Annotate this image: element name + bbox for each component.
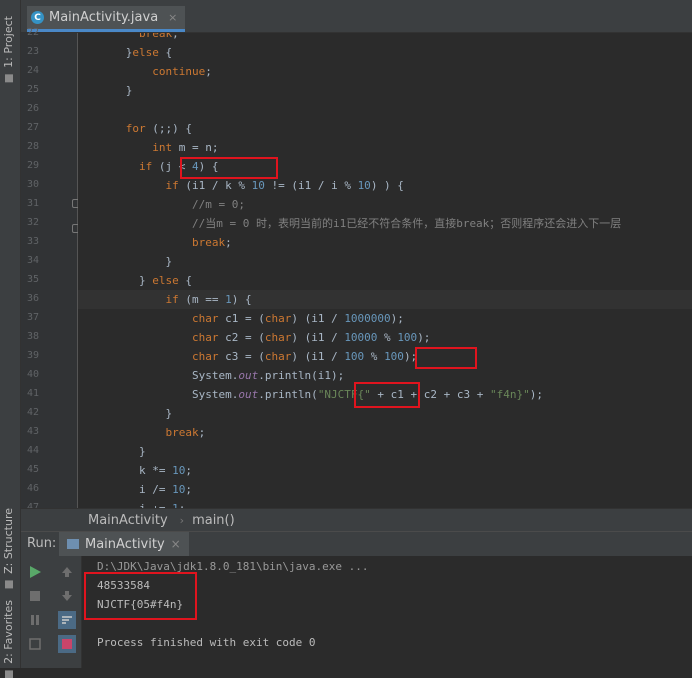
line-number: 35	[26, 274, 39, 285]
line-number: 24	[26, 65, 39, 76]
highlight-box-if-j	[180, 157, 278, 179]
line-number: 31	[26, 198, 39, 209]
line-number: 36	[26, 293, 39, 304]
structure-tab-label: Z: Structure	[2, 508, 15, 574]
line-number: 23	[26, 46, 39, 57]
breadcrumb-method[interactable]: main()	[192, 513, 235, 528]
project-tab-label: 1: Project	[2, 16, 15, 68]
line-number-gutter: 22 23 24 25 26 27 28 29 30 31 32 33 34 35 36 37 38 39 40 41…	[21, 27, 81, 513]
line-number: 30	[26, 179, 39, 190]
code-line[interactable]: int m = n;	[86, 138, 218, 157]
code-line[interactable]: for (;;) {	[86, 119, 192, 138]
scroll-up-icon[interactable]	[59, 564, 75, 580]
line-number: 27	[26, 122, 39, 133]
editor-tab-label: MainActivity.java	[49, 10, 159, 25]
console-exit-message: Process finished with exit code 0	[97, 636, 316, 649]
code-line[interactable]: if (m == 1) {	[86, 290, 251, 309]
line-number: 44	[26, 445, 39, 456]
line-number: 34	[26, 255, 39, 266]
stop-icon[interactable]	[27, 588, 43, 604]
code-line[interactable]: k *= 10;	[86, 461, 192, 480]
structure-icon	[5, 580, 13, 589]
code-line[interactable]: System.out.println("NJCTF{" + c1 + c2 + …	[86, 385, 543, 404]
scroll-down-icon[interactable]	[59, 588, 75, 604]
line-number: 41	[26, 388, 39, 399]
line-number: 29	[26, 160, 39, 171]
code-line[interactable]: }	[86, 442, 146, 461]
console-output[interactable]: D:\JDK\Java\jdk1.8.0_181\bin\java.exe ..…	[82, 556, 692, 668]
line-number: 32	[26, 217, 39, 228]
line-number: 28	[26, 141, 39, 152]
breadcrumb: MainActivity › main()	[21, 508, 692, 531]
code-line[interactable]: break;	[86, 233, 232, 252]
code-line[interactable]: }	[86, 81, 133, 100]
highlight-box-100	[415, 347, 477, 369]
code-line[interactable]: continue;	[86, 62, 212, 81]
dump-threads-icon[interactable]	[27, 636, 43, 652]
star-icon	[5, 670, 13, 678]
code-line[interactable]: break;	[86, 33, 179, 43]
code-line[interactable]: char c2 = (char) (i1 / 10000 % 100);	[86, 328, 430, 347]
line-number: 25	[26, 84, 39, 95]
run-tab-mainactivity[interactable]: MainActivity ×	[59, 532, 189, 556]
run-toolbar	[21, 556, 82, 668]
run-tab-label: MainActivity	[85, 536, 165, 552]
code-line[interactable]: //当m = 0 时，表明当前的i1已经不符合条件，直接break；否则程序还会…	[86, 214, 621, 233]
favorites-tool-tab[interactable]: 2: Favorites	[2, 600, 15, 678]
line-number: 22	[26, 27, 39, 38]
close-run-tab-icon[interactable]: ×	[171, 537, 181, 551]
project-icon	[5, 74, 13, 83]
line-number: 26	[26, 103, 39, 114]
close-tab-icon[interactable]: ×	[168, 11, 177, 24]
code-line[interactable]: } else {	[86, 271, 192, 290]
code-line[interactable]: break;	[86, 423, 205, 442]
code-line[interactable]: i /= 10;	[86, 480, 192, 499]
editor-tab-mainactivity[interactable]: C MainActivity.java ×	[27, 6, 186, 32]
favorites-tab-label: 2: Favorites	[2, 600, 15, 664]
code-editor[interactable]: break; }else { continue; } for (;;) { in…	[78, 33, 692, 509]
code-line[interactable]: char c1 = (char) (i1 / 1000000);	[86, 309, 404, 328]
editor-tab-bar: C MainActivity.java ×	[21, 0, 692, 33]
breadcrumb-class[interactable]: MainActivity	[88, 513, 168, 528]
structure-tool-tab[interactable]: Z: Structure	[2, 508, 15, 589]
code-line[interactable]: }	[86, 252, 172, 271]
code-line[interactable]: }else {	[86, 43, 172, 62]
run-label: Run:	[27, 536, 57, 551]
pause-icon[interactable]	[27, 612, 43, 628]
line-number: 45	[26, 464, 39, 475]
code-line[interactable]: }	[86, 404, 172, 423]
left-tool-strip: 1: Project Z: Structure 2: Favorites	[0, 0, 21, 678]
print-icon[interactable]	[58, 635, 76, 653]
highlight-box-njctf	[354, 382, 420, 408]
line-number: 40	[26, 369, 39, 380]
line-number: 38	[26, 331, 39, 342]
code-line[interactable]: System.out.println(i1);	[86, 366, 344, 385]
line-number: 46	[26, 483, 39, 494]
line-number: 39	[26, 350, 39, 361]
line-number: 43	[26, 426, 39, 437]
soft-wrap-icon[interactable]	[58, 611, 76, 629]
line-number: 42	[26, 407, 39, 418]
code-line[interactable]: char c3 = (char) (i1 / 100 % 100);	[86, 347, 417, 366]
run-config-icon	[67, 539, 79, 549]
run-icon[interactable]	[27, 564, 43, 580]
project-tool-tab[interactable]: 1: Project	[2, 16, 15, 83]
breadcrumb-separator: ›	[179, 513, 185, 527]
line-number: 33	[26, 236, 39, 247]
console-highlight-box	[84, 572, 197, 620]
line-number: 37	[26, 312, 39, 323]
run-panel-header: Run: MainActivity ×	[21, 531, 692, 557]
code-line[interactable]: //m = 0;	[86, 195, 245, 214]
java-class-icon: C	[31, 11, 44, 24]
